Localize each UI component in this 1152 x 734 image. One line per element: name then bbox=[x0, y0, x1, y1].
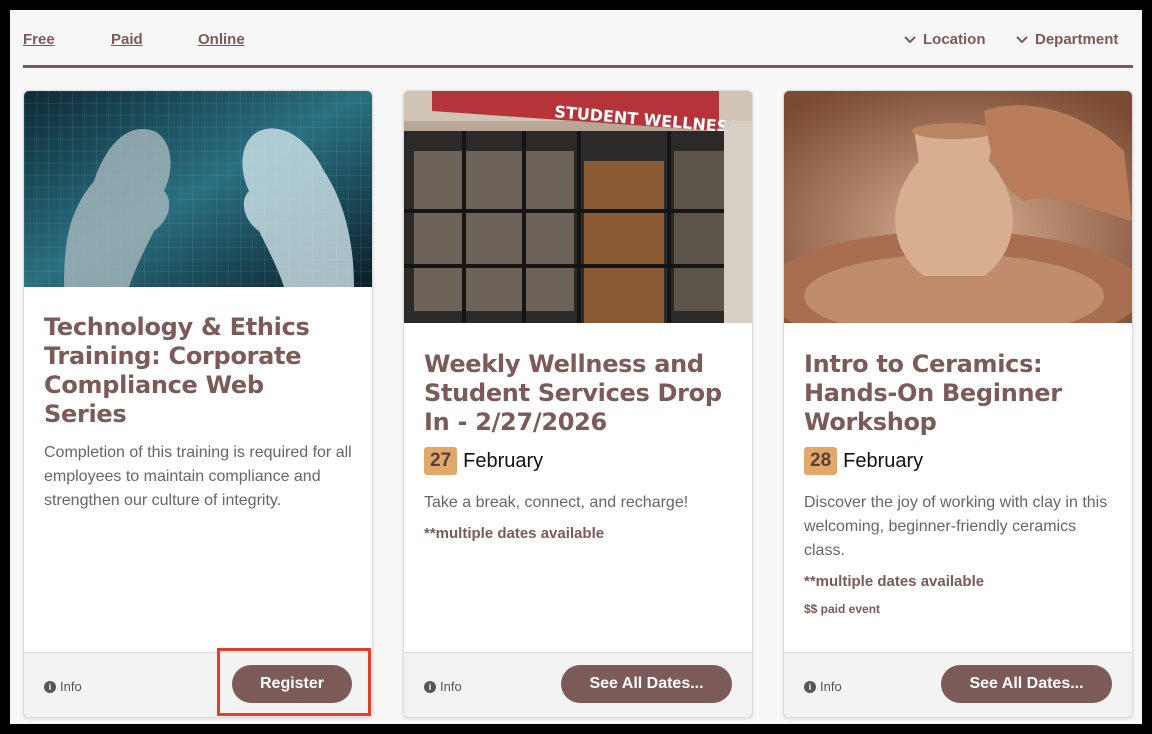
info-icon: i bbox=[44, 680, 56, 693]
department-dropdown-label: Department bbox=[1035, 31, 1119, 48]
student-wellness-center-image: STUDENT WELLNESS CENTER bbox=[404, 91, 752, 323]
card-description: Completion of this training is required … bbox=[44, 444, 352, 509]
card-footer: i Info See All Dates... bbox=[404, 652, 752, 717]
info-label: Info bbox=[820, 679, 842, 694]
multiple-dates-note: **multiple dates available bbox=[424, 525, 605, 542]
chevron-down-icon bbox=[904, 35, 916, 43]
card-body: Intro to Ceramics: Hands-On Beginner Wor… bbox=[804, 350, 1112, 616]
location-dropdown[interactable]: Location bbox=[903, 31, 986, 48]
event-card: STUDENT WELLNESS CENTER Weekly Wellness … bbox=[403, 90, 753, 718]
date-day-badge: 28 bbox=[804, 447, 838, 475]
chevron-down-icon bbox=[1016, 35, 1028, 43]
date-day-badge: 27 bbox=[424, 447, 458, 475]
event-date: 28 February bbox=[804, 447, 1112, 475]
card-description: Discover the joy of working with clay in… bbox=[804, 494, 1108, 559]
card-body: Weekly Wellness and Student Services Dro… bbox=[424, 350, 732, 542]
see-all-dates-button[interactable]: See All Dates... bbox=[561, 665, 732, 703]
filter-online-link[interactable]: Online bbox=[198, 31, 245, 48]
filter-bar: Free Paid Online Location Department bbox=[23, 10, 1133, 68]
card-footer: i Info See All Dates... bbox=[784, 652, 1132, 717]
paid-event-label: $$ paid event bbox=[804, 602, 881, 616]
pottery-wheel-image bbox=[784, 91, 1132, 323]
info-link[interactable]: i Info bbox=[424, 679, 462, 694]
card-title[interactable]: Intro to Ceramics: Hands-On Beginner Wor… bbox=[804, 350, 1112, 437]
filter-paid-link[interactable]: Paid bbox=[111, 31, 143, 48]
event-card: Intro to Ceramics: Hands-On Beginner Wor… bbox=[783, 90, 1133, 718]
info-label: Info bbox=[440, 679, 462, 694]
card-title[interactable]: Technology & Ethics Training: Corporate … bbox=[44, 313, 352, 429]
event-card: Technology & Ethics Training: Corporate … bbox=[23, 90, 373, 718]
filter-free-link[interactable]: Free bbox=[23, 31, 55, 48]
register-button[interactable]: Register bbox=[232, 665, 352, 703]
info-link[interactable]: i Info bbox=[44, 679, 82, 694]
event-date: 27 February bbox=[424, 447, 732, 475]
info-icon: i bbox=[424, 680, 436, 693]
multiple-dates-note: **multiple dates available bbox=[804, 573, 985, 590]
location-dropdown-label: Location bbox=[923, 31, 986, 48]
date-month: February bbox=[843, 449, 924, 472]
card-body: Technology & Ethics Training: Corporate … bbox=[44, 313, 352, 513]
see-all-dates-button[interactable]: See All Dates... bbox=[941, 665, 1112, 703]
ai-faces-image bbox=[24, 91, 372, 287]
events-page: Free Paid Online Location Department Tec… bbox=[10, 10, 1142, 724]
info-label: Info bbox=[60, 679, 82, 694]
date-month: February bbox=[463, 449, 544, 472]
card-title[interactable]: Weekly Wellness and Student Services Dro… bbox=[424, 350, 732, 437]
card-description: Take a break, connect, and recharge! bbox=[424, 494, 689, 511]
card-footer: i Info Register bbox=[24, 652, 372, 717]
info-link[interactable]: i Info bbox=[804, 679, 842, 694]
info-icon: i bbox=[804, 680, 816, 693]
department-dropdown[interactable]: Department bbox=[1015, 31, 1118, 48]
